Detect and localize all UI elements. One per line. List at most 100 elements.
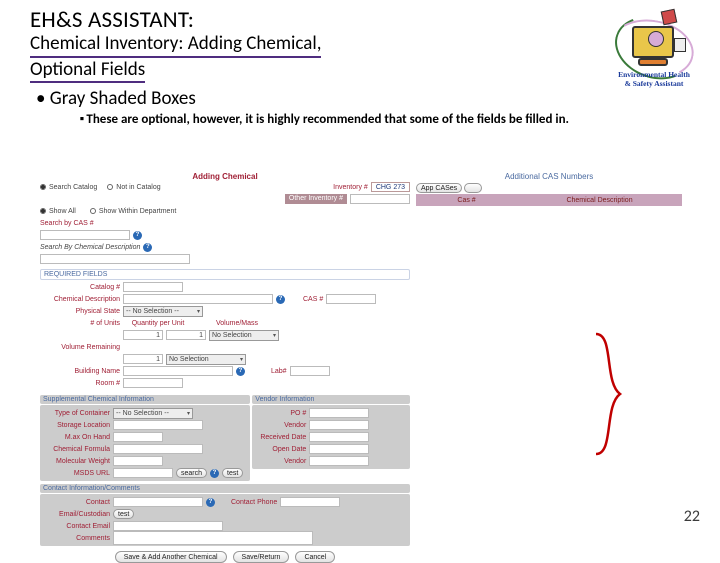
label-lab: Lab# [271, 368, 287, 375]
input-num-units[interactable]: 1 [123, 330, 163, 340]
label-search-cas: Search by CAS # [40, 220, 94, 227]
save-add-another-button[interactable]: Save & Add Another Chemical [115, 551, 227, 563]
label-other-inventory: Other Inventory # [285, 194, 347, 204]
input-qty-unit[interactable]: 1 [166, 330, 206, 340]
label-vendor: Vendor [254, 422, 306, 429]
label-type-container: Type of Container [42, 410, 110, 417]
save-return-button[interactable]: Save/Return [233, 551, 290, 563]
embedded-screenshot: Adding Chemical Search Catalog Not in Ca… [40, 172, 684, 494]
page-number: 22 [684, 507, 700, 526]
label-contact-email: Contact Email [42, 523, 110, 530]
supplemental-heading: Supplemental Chemical Information [40, 395, 250, 404]
radio-show-within[interactable] [90, 208, 96, 214]
label-inventory-no: Inventory # [333, 184, 368, 191]
test-button[interactable]: test [222, 468, 243, 478]
label-chem-formula: Chemical Formula [42, 446, 110, 453]
input-contact-email[interactable] [113, 521, 223, 531]
label-physical-state: Physical State [40, 308, 120, 315]
label-mol-weight: Molecular Weight [42, 458, 110, 465]
input-mol-weight[interactable] [113, 456, 163, 466]
contact-heading: Contact Information/Comments [40, 484, 410, 493]
label-contact: Contact [42, 499, 110, 506]
adding-chemical-panel: Adding Chemical Search Catalog Not in Ca… [40, 172, 410, 563]
help-icon[interactable]: ? [133, 231, 142, 240]
label-vol-remaining: Volume Remaining [40, 344, 120, 351]
label-cas: CAS # [303, 296, 323, 303]
input-msds-url[interactable] [113, 468, 173, 478]
additional-cas-title: Additional CAS Numbers [416, 172, 682, 181]
label-num-units: # of Units [40, 320, 120, 327]
supplemental-body: Type of Container-- No Selection -- Stor… [40, 405, 250, 481]
input-other-inventory[interactable] [350, 194, 410, 204]
help-icon[interactable]: ? [276, 295, 285, 304]
label-msds-url: MSDS URL [42, 470, 110, 477]
vendor-heading: Vendor Information [252, 395, 410, 404]
th-chem-desc: Chemical Description [517, 194, 682, 206]
input-contact[interactable] [113, 497, 203, 507]
inventory-no-value: CHG 273 [371, 182, 410, 192]
input-open-date[interactable] [309, 444, 369, 454]
search-button[interactable]: search [176, 468, 207, 478]
label-storage-loc: Storage Location [42, 422, 110, 429]
label-search-desc: Search By Chemical Description [40, 244, 140, 251]
test-button-2[interactable]: test [113, 509, 134, 519]
input-received-date[interactable] [309, 432, 369, 442]
input-room[interactable] [123, 378, 183, 388]
input-vendor2[interactable] [309, 456, 369, 466]
blank-button[interactable] [464, 183, 482, 193]
contact-body: Contact? Contact Phone Email/Custodiantes… [40, 494, 410, 546]
additional-cas-panel: Additional CAS Numbers App CASes Cas # C… [416, 172, 682, 206]
vendor-body: PO # Vendor Received Date Open Date Vend… [252, 405, 410, 469]
input-lab[interactable] [290, 366, 330, 376]
app-cases-button[interactable]: App CASes [416, 183, 462, 193]
input-max-on-hand[interactable] [113, 432, 163, 442]
th-cas: Cas # [416, 194, 517, 206]
input-chem-formula[interactable] [113, 444, 203, 454]
label-show-within: Show Within Department [99, 208, 176, 215]
help-icon[interactable]: ? [143, 243, 152, 252]
input-building[interactable] [123, 366, 233, 376]
adding-chemical-title: Adding Chemical [40, 172, 410, 181]
slide-header: EH&S ASSISTANT: Chemical Inventory: Addi… [0, 0, 440, 83]
label-vendor2: Vendor [254, 458, 306, 465]
select-volmass[interactable]: No Selection [209, 330, 279, 341]
ehs-assistant-mascot-icon: Environmental Health& Safety Assistant [610, 8, 698, 96]
select-type-container[interactable]: -- No Selection -- [113, 408, 193, 419]
input-po[interactable] [309, 408, 369, 418]
label-room: Room # [40, 380, 120, 387]
select-physical-state[interactable]: -- No Selection -- [123, 306, 203, 317]
slide-title-2: Chemical Inventory: Adding Chemical, [30, 32, 321, 58]
label-open-date: Open Date [254, 446, 306, 453]
label-building: Building Name [40, 368, 120, 375]
radio-not-in-catalog[interactable] [107, 184, 113, 190]
label-qty-unit: Quantity per Unit [130, 320, 186, 327]
input-comments[interactable] [113, 531, 313, 545]
input-catalog-no[interactable] [123, 282, 183, 292]
help-icon[interactable]: ? [236, 367, 245, 376]
slide-title-3: Optional Fields [30, 58, 145, 83]
input-vol-remaining[interactable]: 1 [123, 354, 163, 364]
input-search-cas[interactable] [40, 230, 130, 240]
radio-show-all[interactable] [40, 208, 46, 214]
label-email-custodian: Email/Custodian [42, 511, 110, 518]
label-volmass: Volume/Mass [216, 320, 258, 327]
slide-title-1: EH&S ASSISTANT: [30, 6, 440, 34]
label-not-in-catalog: Not in Catalog [116, 184, 160, 191]
label-show-all: Show All [49, 208, 76, 215]
input-contact-phone[interactable] [280, 497, 340, 507]
label-search-catalog: Search Catalog [49, 184, 97, 191]
input-search-desc[interactable] [40, 254, 190, 264]
cancel-button[interactable]: Cancel [295, 551, 335, 563]
select-vol-remain-unit[interactable]: No Selection [166, 354, 246, 365]
input-cas[interactable] [326, 294, 376, 304]
bullet-optional-detail: These are optional, however, it is highl… [0, 110, 720, 127]
radio-search-catalog[interactable] [40, 184, 46, 190]
help-icon[interactable]: ? [206, 498, 215, 507]
input-chem-desc[interactable] [123, 294, 273, 304]
input-vendor[interactable] [309, 420, 369, 430]
label-contact-phone: Contact Phone [231, 499, 277, 506]
help-icon[interactable]: ? [210, 469, 219, 478]
input-storage-loc[interactable] [113, 420, 203, 430]
label-received-date: Received Date [254, 434, 306, 441]
label-chem-desc: Chemical Description [40, 296, 120, 303]
